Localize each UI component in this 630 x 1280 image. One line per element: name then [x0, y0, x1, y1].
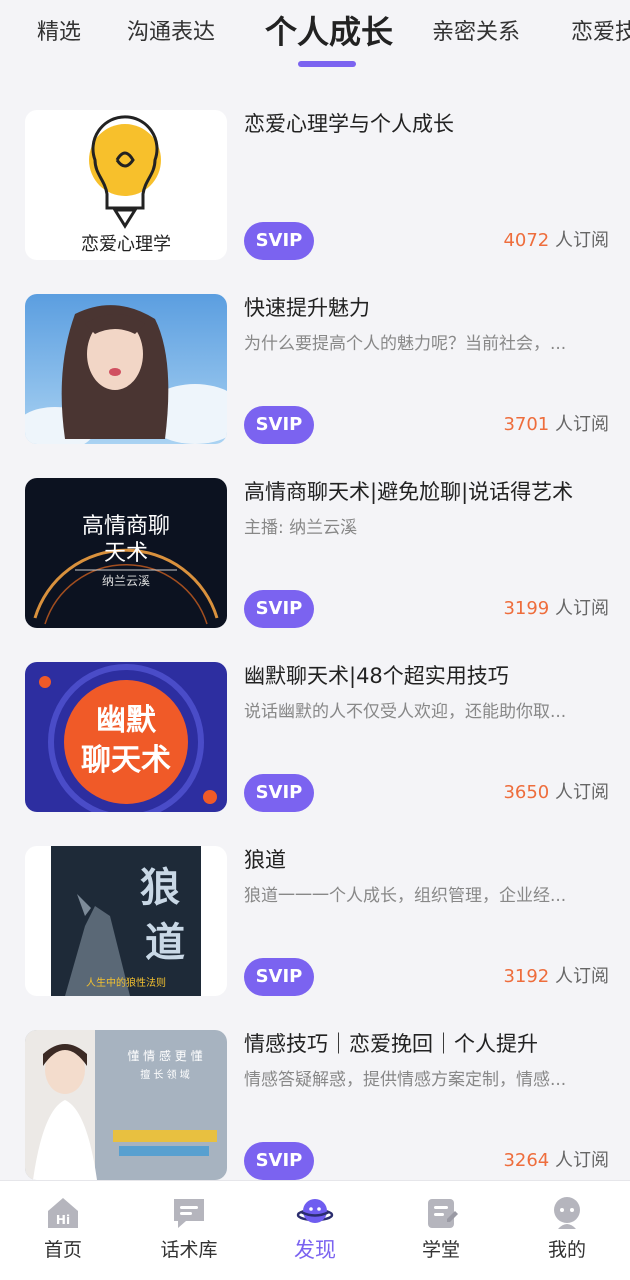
svip-badge: SVIP	[244, 222, 314, 260]
nav-classroom[interactable]: 学堂	[378, 1181, 504, 1280]
course-title: 情感技巧｜恋爱挽回｜个人提升	[244, 1032, 538, 1056]
course-title: 快速提升魅力	[244, 296, 370, 320]
bottom-nav: Hi 首页 话术库 发现 学堂 我的	[0, 1180, 630, 1280]
svip-badge: SVIP	[244, 958, 314, 996]
chat-library-icon	[174, 1199, 204, 1228]
tab-personal-growth[interactable]: 个人成长	[265, 12, 393, 52]
subscriber-number: 3199	[503, 598, 550, 619]
svip-badge: SVIP	[244, 1142, 314, 1180]
course-cover: 幽默 聊天术	[25, 662, 227, 812]
subscriber-suffix: 人订阅	[549, 782, 609, 803]
course-item[interactable]: 恋爱心理学 恋爱心理学与个人成长 SVIP 4072 人订阅	[0, 92, 630, 276]
course-cover: 高情商聊 天术 纳兰云溪	[25, 478, 227, 628]
tab-featured[interactable]: 精选	[37, 18, 81, 48]
course-title: 高情商聊天术|避免尬聊|说话得艺术	[244, 480, 574, 504]
subscriber-suffix: 人订阅	[549, 966, 609, 987]
cover-text: 幽默	[96, 703, 157, 738]
active-tab-indicator	[298, 61, 356, 67]
category-tabs: 精选 沟通表达 个人成长 亲密关系 恋爱技	[0, 0, 630, 80]
nav-label: 首页	[43, 1239, 82, 1261]
course-item[interactable]: 幽默 聊天术 幽默聊天术|48个超实用技巧 说话幽默的人不仅受人欢迎，还能助你取…	[0, 644, 630, 828]
course-title: 狼道	[244, 848, 286, 872]
cover-text: 天术	[104, 541, 148, 566]
course-description: 主播: 纳兰云溪	[244, 518, 358, 538]
cover-text: 狼	[140, 864, 180, 911]
cover-text: 擅 长 领 域	[140, 1068, 190, 1081]
profile-icon	[554, 1197, 580, 1229]
classroom-icon	[428, 1199, 458, 1228]
course-title: 恋爱心理学与个人成长	[244, 112, 454, 136]
course-cover: 狼 道 人生中的狼性法则	[25, 846, 227, 996]
course-description: 情感答疑解惑，提供情感方案定制，情感...	[244, 1070, 567, 1090]
subscriber-count: 4072 人订阅	[503, 228, 609, 254]
cover-text: 高情商聊	[82, 514, 170, 539]
course-description: 说话幽默的人不仅受人欢迎，还能助你取...	[244, 702, 567, 722]
subscriber-count: 3192 人订阅	[503, 964, 609, 990]
cover-text: 道	[145, 919, 185, 966]
subscriber-number: 3701	[503, 414, 550, 435]
cover-text: 纳兰云溪	[102, 574, 150, 588]
subscriber-count: 3199 人订阅	[503, 596, 609, 622]
course-item[interactable]: 快速提升魅力 为什么要提高个人的魅力呢？当前社会，... SVIP 3701 人…	[0, 276, 630, 460]
home-icon-text: Hi	[56, 1213, 70, 1227]
subscriber-count: 3650 人订阅	[503, 780, 609, 806]
course-title: 幽默聊天术|48个超实用技巧	[244, 664, 509, 688]
course-description: 为什么要提高个人的魅力呢？当前社会，...	[244, 334, 567, 354]
subscriber-suffix: 人订阅	[549, 230, 609, 251]
course-cover	[25, 294, 227, 444]
nav-discover[interactable]: 发现	[252, 1181, 378, 1280]
course-cover: 懂 情 感 更 懂 擅 长 领 域	[25, 1030, 227, 1180]
course-cover: 恋爱心理学	[25, 110, 227, 260]
subscriber-count: 3701 人订阅	[503, 412, 609, 438]
nav-label: 发现	[294, 1238, 336, 1262]
cover-text: 聊天术	[81, 743, 171, 778]
nav-script-library[interactable]: 话术库	[126, 1181, 252, 1280]
subscriber-suffix: 人订阅	[549, 1150, 609, 1171]
svip-badge: SVIP	[244, 406, 314, 444]
nav-home[interactable]: Hi 首页	[0, 1181, 126, 1280]
course-item[interactable]: 高情商聊 天术 纳兰云溪 高情商聊天术|避免尬聊|说话得艺术 主播: 纳兰云溪 …	[0, 460, 630, 644]
course-item[interactable]: 狼 道 人生中的狼性法则 狼道 狼道一一一个人成长，组织管理，企业经... SV…	[0, 828, 630, 1012]
subscriber-count: 3264 人订阅	[503, 1148, 609, 1174]
svip-badge: SVIP	[244, 774, 314, 812]
subscriber-number: 3192	[503, 966, 550, 987]
course-description: 狼道一一一个人成长，组织管理，企业经...	[244, 886, 567, 906]
svip-badge: SVIP	[244, 590, 314, 628]
nav-label: 我的	[547, 1239, 586, 1261]
course-item[interactable]: 懂 情 感 更 懂 擅 长 领 域 情感技巧｜恋爱挽回｜个人提升 情感答疑解惑，…	[0, 1012, 630, 1196]
tab-love-skills[interactable]: 恋爱技	[571, 18, 630, 48]
nav-label: 学堂	[421, 1239, 460, 1261]
cover-text: 恋爱心理学	[81, 233, 171, 255]
subscriber-number: 3650	[503, 782, 550, 803]
subscriber-suffix: 人订阅	[549, 414, 609, 435]
home-icon: Hi	[48, 1198, 78, 1228]
tab-communication[interactable]: 沟通表达	[127, 18, 215, 48]
nav-label: 话术库	[160, 1239, 218, 1261]
tab-intimate-relationship[interactable]: 亲密关系	[432, 18, 520, 48]
cover-text: 人生中的狼性法则	[86, 976, 166, 989]
discover-planet-icon	[296, 1199, 334, 1223]
cover-text: 懂 情 感 更 懂	[127, 1048, 202, 1063]
subscriber-number: 4072	[503, 230, 550, 251]
subscriber-suffix: 人订阅	[549, 598, 609, 619]
nav-profile[interactable]: 我的	[504, 1181, 630, 1280]
course-list: 恋爱心理学 恋爱心理学与个人成长 SVIP 4072 人订阅 快速提升魅力 为什…	[0, 92, 630, 1196]
subscriber-number: 3264	[503, 1150, 550, 1171]
